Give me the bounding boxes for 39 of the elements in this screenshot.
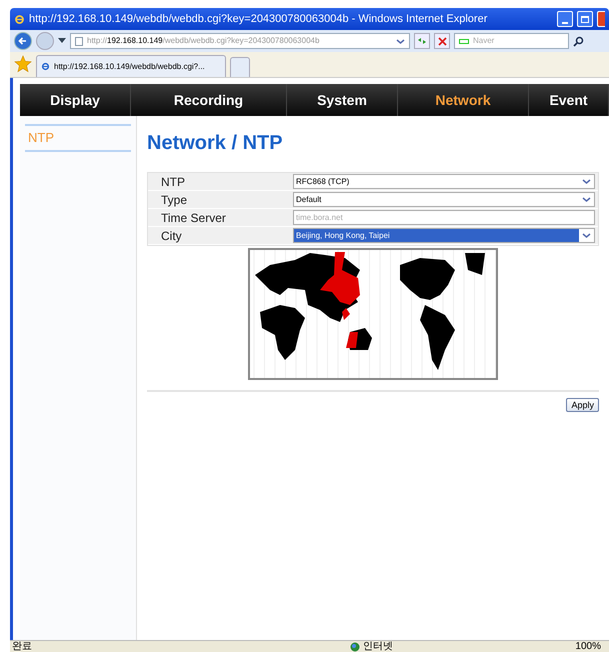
status-text: 완료 xyxy=(11,642,33,652)
nav-tab[interactable]: System xyxy=(287,84,398,116)
dropdown[interactable]: Default xyxy=(293,192,595,207)
field-label: NTP xyxy=(160,174,186,190)
dropdown-arrow-icon[interactable] xyxy=(58,38,66,44)
refresh-button[interactable] xyxy=(414,33,430,49)
nav-tab[interactable]: Network xyxy=(398,84,529,116)
search-provider-icon xyxy=(459,38,469,44)
address-field[interactable]: http://192.168.10.149/webdb/webdb.cgi?key=204300780063004b xyxy=(70,33,410,49)
back-arrow-icon xyxy=(18,36,28,46)
input-field[interactable]: time.bora.net xyxy=(293,210,595,225)
dropdown[interactable]: Beijing, Hong Kong, Taipei xyxy=(293,228,595,243)
stop-button[interactable] xyxy=(434,33,450,49)
browser-tab[interactable]: http://192.168.10.149/webdb/webdb.cgi?... xyxy=(36,55,226,77)
search-placeholder: Naver xyxy=(473,35,494,47)
apply-button[interactable]: Apply xyxy=(566,398,599,412)
minimize-button[interactable] xyxy=(557,11,573,27)
globe-icon xyxy=(350,642,360,652)
page-heading: Network / NTP xyxy=(147,131,284,156)
dropdown-value: Default xyxy=(295,194,322,206)
zone-text: 인터넷 xyxy=(363,642,394,652)
tab-title: http://192.168.10.149/webdb/webdb.cgi?... xyxy=(54,60,205,72)
window-title: http://192.168.10.149/webdb/webdb.cgi?key=204300780063004b - Windows Internet Explorer xyxy=(29,12,488,27)
close-button[interactable] xyxy=(597,11,605,27)
field-label: Type xyxy=(160,192,188,208)
star-icon[interactable] xyxy=(14,55,32,73)
field-label: City xyxy=(160,228,183,244)
back-button[interactable] xyxy=(14,32,32,50)
page-icon xyxy=(75,36,83,46)
field-label: Time Server xyxy=(160,210,227,226)
zoom-level[interactable]: 100% xyxy=(575,642,609,652)
dropdown-value: RFC868 (TCP) xyxy=(295,176,350,188)
nav-tab[interactable]: Event xyxy=(529,84,609,116)
close-icon xyxy=(438,36,446,46)
address-text: http://192.168.10.149/webdb/webdb.cgi?key=204300780063004b xyxy=(87,35,320,47)
dropdown[interactable]: RFC868 (TCP) xyxy=(293,174,595,189)
dropdown-value: Beijing, Hong Kong, Taipei xyxy=(294,229,579,242)
maximize-button[interactable] xyxy=(577,11,593,27)
search-icon[interactable] xyxy=(573,36,584,46)
